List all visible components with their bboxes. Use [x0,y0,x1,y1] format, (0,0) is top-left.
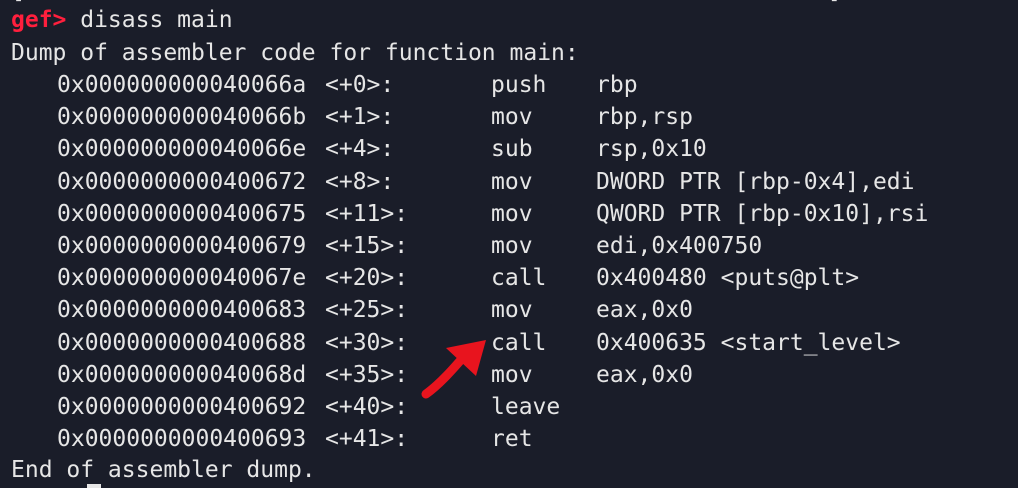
instruction-offset: <+40>: [325,394,409,420]
instruction-address: 0x0000000000400692 [57,394,307,420]
instruction-address: 0x000000000040066a [57,72,307,98]
instruction-operands: 0x400635 <start_level> [596,329,901,356]
instruction-address: 0x000000000040068d [57,361,307,388]
asm-row: 0x000000000040067e <+20>: call 0x400480 <pu… [0,262,1018,294]
instruction-address: 0x000000000040067e [57,265,307,292]
asm-row: 0x000000000040066a <+0>: push rbp [0,69,1018,101]
asm-row: 0x0000000000400672 <+8>: mov DWORD PTR [rbp… [0,166,1018,198]
instruction-mnemonic: call [491,329,547,356]
instruction-operands: QWORD PTR [rbp-0x10],rsi [596,200,929,227]
instruction-mnemonic: mov [491,104,533,131]
dump-footer: End of assembler dump. [11,457,316,483]
instruction-mnemonic: call [491,265,547,292]
instruction-address: 0x0000000000400683 [57,297,307,324]
instruction-operands: eax,0x0 [596,297,693,324]
instruction-address: 0x0000000000400679 [57,233,307,259]
instruction-address: 0x0000000000400693 [57,426,307,453]
instruction-offset: <+11>: [325,200,409,227]
instruction-operands: eax,0x0 [596,361,693,388]
instruction-offset: <+15>: [325,233,409,259]
instruction-mnemonic: mov [491,297,533,324]
instruction-mnemonic: push [491,72,547,98]
instruction-mnemonic: mov [491,168,533,195]
dump-header: Dump of assembler code for function main… [11,40,579,66]
instruction-address: 0x000000000040066e [57,136,307,163]
instruction-offset: <+41>: [325,426,409,453]
instruction-mnemonic: mov [491,200,533,227]
gef-prompt: gef> [11,7,67,33]
terminal-window[interactable]: [ ] gef> disass main Dump of assembler c… [0,0,1018,488]
instruction-operands: 0x400480 <puts@plt> [596,265,860,292]
asm-row: 0x000000000040066b <+1>: mov rbp,rsp [0,101,1018,133]
instruction-offset: <+20>: [325,265,409,292]
instruction-mnemonic: mov [491,233,533,259]
instruction-operands: rsp,0x10 [596,136,707,163]
instruction-offset: <+25>: [325,297,409,324]
instruction-address: 0x0000000000400675 [57,200,307,227]
asm-row: 0x0000000000400693 <+41>: ret [0,423,1018,455]
instruction-offset: <+0>: [325,72,395,98]
asm-row: 0x0000000000400683 <+25>: mov eax,0x0 [0,294,1018,326]
instruction-mnemonic: sub [491,136,533,163]
asm-row: 0x0000000000400688 <+30>: call 0x400635 <st… [0,327,1018,359]
instruction-operands: DWORD PTR [rbp-0x4],edi [596,168,915,195]
instruction-mnemonic: ret [491,426,533,453]
instruction-operands: rbp [596,72,638,98]
instruction-offset: <+4>: [325,136,395,163]
instruction-address: 0x0000000000400688 [57,329,307,356]
previous-output-cutoff: [ ] [11,0,842,3]
instruction-offset: <+8>: [325,168,395,195]
asm-row: 0x0000000000400679 <+15>: mov edi,0x400750 [0,230,1018,262]
instruction-mnemonic: mov [491,361,533,388]
instruction-offset: <+30>: [325,329,409,356]
instruction-offset: <+1>: [325,104,395,131]
command-text: disass main [66,7,233,33]
instruction-operands: rbp,rsp [596,104,693,131]
instruction-mnemonic: leave [491,394,561,420]
instruction-operands: edi,0x400750 [596,233,763,259]
terminal-cursor [87,484,101,488]
instruction-address: 0x0000000000400672 [57,168,307,195]
command-line: gef> disass main [11,4,233,36]
asm-row: 0x0000000000400692 <+40>: leave [0,391,1018,423]
instruction-offset: <+35>: [325,361,409,388]
asm-row: 0x000000000040068d <+35>: mov eax,0x0 [0,359,1018,391]
asm-row: 0x0000000000400675 <+11>: mov QWORD PTR [rb… [0,198,1018,230]
asm-row: 0x000000000040066e <+4>: sub rsp,0x10 [0,133,1018,165]
instruction-address: 0x000000000040066b [57,104,307,131]
red-arrow-icon [421,340,486,399]
